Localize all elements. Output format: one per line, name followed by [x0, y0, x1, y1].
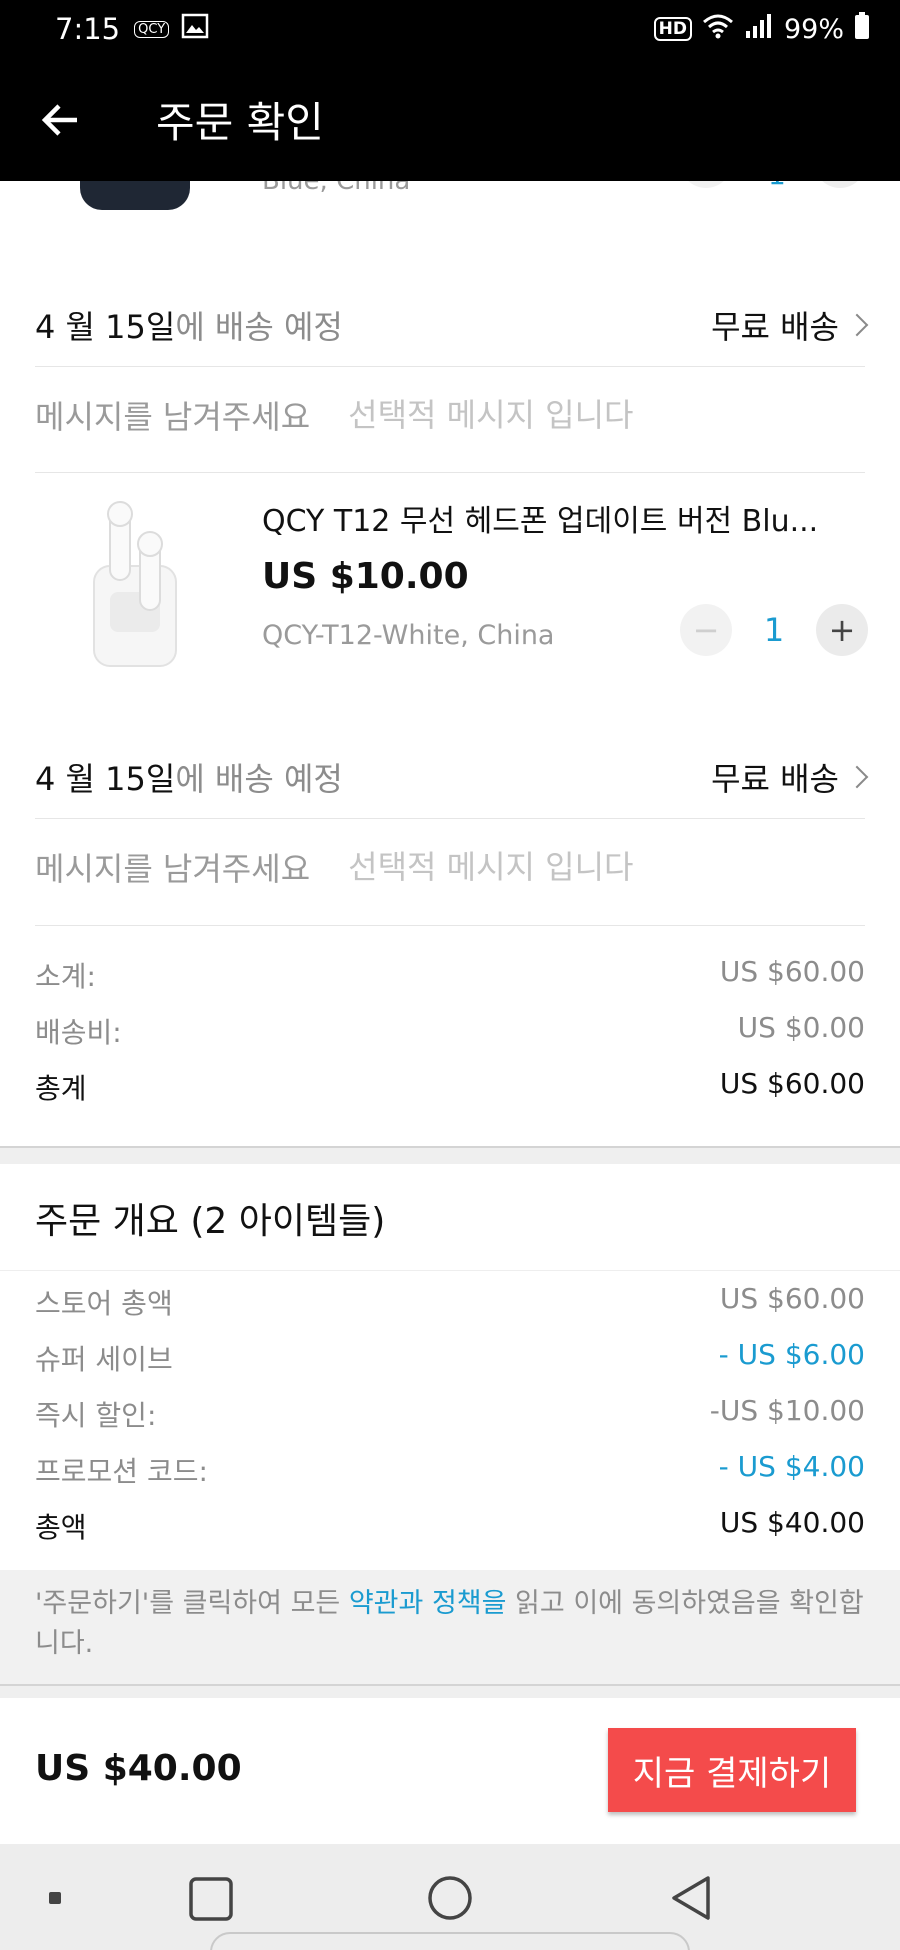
system-nav-bar [0, 1844, 900, 1950]
shipping-label: 무료 배송 [711, 308, 839, 346]
overview-label: 슈퍼 세이브 [35, 1343, 173, 1376]
checkout-total: US $40.00 [35, 1748, 242, 1789]
overview-label: 프로모션 코드: [35, 1455, 208, 1488]
message-label: 메시지를 남겨주세요 [35, 850, 311, 888]
subtotal-value: US $60.00 [719, 955, 865, 988]
back-nav-button[interactable] [668, 1874, 714, 1926]
message-label: 메시지를 남겨주세요 [35, 398, 311, 436]
home-button[interactable] [426, 1874, 474, 1926]
product-variant: QCY-T12-White, China [262, 620, 555, 651]
section-gap [0, 1148, 900, 1164]
delivery-date: 4 월 15일 [35, 308, 176, 346]
order-overview-title: 주문 개요 (2 아이템들) [35, 1201, 386, 1242]
quantity-stepper: − 1 + [680, 604, 868, 656]
overview-label: 스토어 총액 [35, 1287, 173, 1320]
hd-voice-icon: HD [653, 17, 692, 41]
overview-value: US $60.00 [719, 1282, 865, 1315]
battery-icon [854, 11, 870, 47]
message-row-2: 메시지를 남겨주세요 [35, 842, 865, 892]
shipping-fee-value: US $0.00 [737, 1011, 865, 1044]
overview-value: - US $6.00 [718, 1338, 865, 1371]
message-input[interactable] [348, 396, 789, 434]
divider [35, 925, 865, 926]
status-time: 7:15 [55, 12, 121, 46]
overview-row-instant-discount: 즉시 할인: -US $10.00 [35, 1394, 865, 1434]
shipping-fee-row: 배송비: US $0.00 [35, 1011, 865, 1051]
square-icon [189, 1877, 233, 1921]
pay-now-button[interactable]: 지금 결제하기 [608, 1728, 856, 1812]
overview-row-grand-total: 총액 US $40.00 [35, 1506, 865, 1546]
delivery-row-2[interactable]: 4 월 15일에 배송 예정 무료 배송 [35, 752, 869, 802]
chevron-right-icon [845, 313, 869, 337]
terms-prefix: '주문하기'를 클릭하여 모든 [35, 1588, 349, 1619]
overview-row-super-save: 슈퍼 세이브 - US $6.00 [35, 1338, 865, 1378]
nav-dot-icon [48, 1890, 62, 1909]
recent-apps-button[interactable] [188, 1876, 234, 1926]
terms-notice: '주문하기'를 클릭하여 모든 약관과 정책을 읽고 이에 동의하였음을 확인합… [0, 1570, 900, 1684]
qcy-notification-icon: QCY [134, 20, 170, 38]
page-title: 주문 확인 [156, 98, 324, 147]
overview-value: - US $4.00 [718, 1450, 865, 1483]
subtotal-row: 소계: US $60.00 [35, 955, 865, 995]
terms-link[interactable]: 약관과 정책을 [349, 1588, 507, 1619]
signal-icon [744, 13, 774, 46]
increase-button[interactable]: + [816, 604, 868, 656]
wifi-icon [702, 13, 734, 46]
subtotal-label: 소계: [35, 960, 96, 993]
checkout-bar: US $40.00 지금 결제하기 [0, 1698, 900, 1844]
store-total-label: 총계 [35, 1072, 87, 1105]
overview-row-store-total: 스토어 총액 US $60.00 [35, 1282, 865, 1322]
delivery-row-1[interactable]: 4 월 15일에 배송 예정 무료 배송 [35, 300, 869, 350]
overview-label: 즉시 할인: [35, 1399, 157, 1432]
divider [35, 366, 865, 367]
overview-value: -US $10.00 [709, 1394, 865, 1427]
product-price: US $10.00 [262, 556, 469, 597]
message-row-1: 메시지를 남겨주세요 [35, 390, 865, 440]
triangle-back-icon [672, 1876, 710, 1920]
overview-value: US $40.00 [719, 1506, 865, 1539]
decrease-button[interactable]: − [680, 604, 732, 656]
order-confirm-page: 7:15 QCY HD 99% 주문 확인 Blue, China 4 월 15… [0, 0, 900, 1950]
delivery-suffix: 에 배송 예정 [175, 308, 343, 346]
overview-row-promo-code: 프로모션 코드: - US $4.00 [35, 1450, 865, 1490]
gesture-handle [210, 1932, 690, 1950]
status-bar: 7:15 QCY HD 99% [0, 0, 900, 58]
divider [0, 1270, 900, 1271]
delivery-suffix: 에 배송 예정 [175, 760, 343, 798]
shipping-label: 무료 배송 [711, 760, 839, 798]
earbuds-product-image [93, 501, 177, 667]
arrow-left-icon [41, 103, 77, 136]
status-icons: HD 99% [653, 11, 870, 47]
store-total-row: 총계 US $60.00 [35, 1067, 865, 1107]
divider [35, 818, 865, 819]
product-title[interactable]: QCY T12 무선 헤드폰 업데이트 버전 Blu... [262, 496, 862, 540]
delivery-estimate: 4 월 15일에 배송 예정 [35, 754, 343, 800]
app-bar: 주문 확인 [0, 58, 900, 181]
store-total-value: US $60.00 [719, 1067, 865, 1100]
delivery-date: 4 월 15일 [35, 760, 176, 798]
overview-label: 총액 [35, 1511, 87, 1544]
back-button[interactable] [30, 89, 92, 151]
divider [35, 472, 865, 473]
quantity-value: 1 [763, 611, 785, 649]
shipping-option[interactable]: 무료 배송 [711, 302, 869, 348]
battery-percent: 99% [783, 13, 844, 45]
shipping-option[interactable]: 무료 배송 [711, 754, 869, 800]
delivery-estimate: 4 월 15일에 배송 예정 [35, 302, 343, 348]
gallery-notification-icon [181, 12, 209, 46]
section-gap [0, 1686, 900, 1698]
circle-icon [428, 1876, 472, 1920]
message-input[interactable] [348, 848, 789, 886]
shipping-fee-label: 배송비: [35, 1016, 122, 1049]
chevron-right-icon [845, 765, 869, 789]
